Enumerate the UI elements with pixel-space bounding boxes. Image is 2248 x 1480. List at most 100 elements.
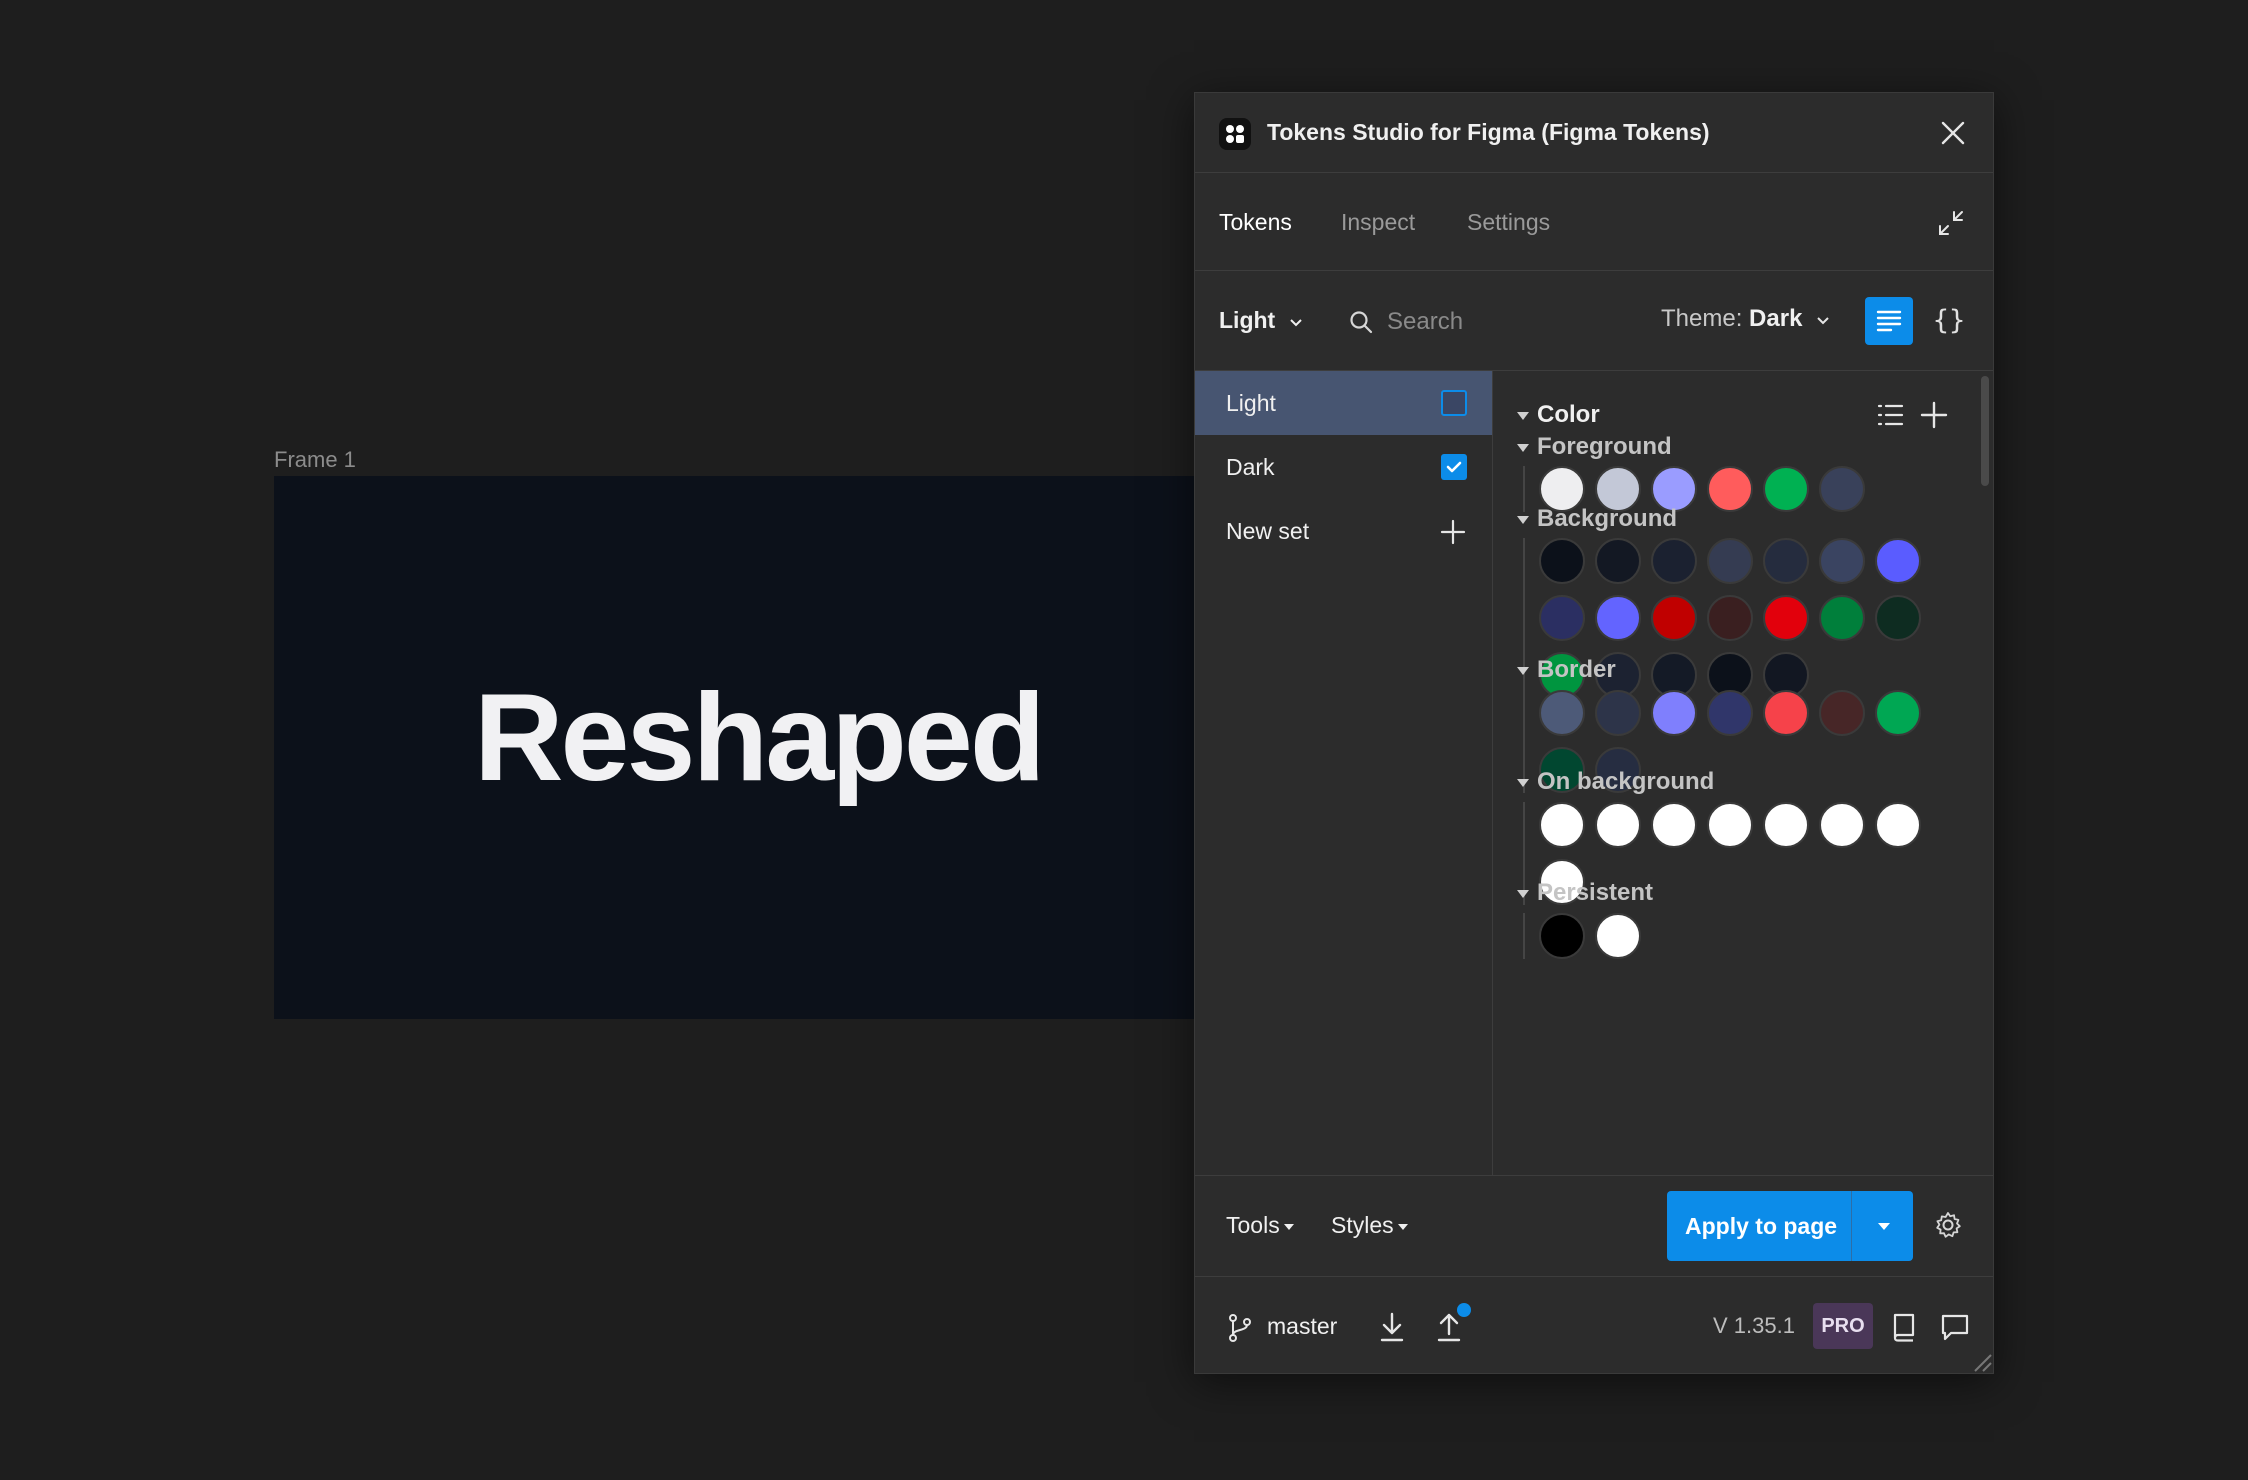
- token-group-header[interactable]: Background: [1517, 505, 1677, 533]
- apply-options-caret-icon[interactable]: [1878, 1223, 1890, 1230]
- minimize-icon[interactable]: [1933, 205, 1969, 241]
- token-group-header[interactable]: Persistent: [1517, 879, 1653, 907]
- collapse-triangle-icon: [1517, 778, 1529, 787]
- docs-book-icon[interactable]: [1889, 1311, 1919, 1343]
- styles-label: Styles: [1331, 1212, 1394, 1238]
- git-branch-icon: [1229, 1314, 1251, 1342]
- branch-selector[interactable]: master: [1267, 1313, 1337, 1340]
- color-token-swatch[interactable]: [1651, 802, 1697, 848]
- color-token-swatch[interactable]: [1539, 913, 1585, 959]
- token-group-swatches: [1523, 913, 1943, 959]
- feedback-chat-icon[interactable]: [1939, 1311, 1971, 1343]
- color-token-swatch[interactable]: [1819, 466, 1865, 512]
- chevron-down-icon: [1817, 316, 1829, 325]
- tab-bar: Tokens Inspect Settings: [1195, 173, 1993, 271]
- add-token-icon[interactable]: [1919, 400, 1949, 430]
- token-group-label: Background: [1537, 505, 1678, 532]
- color-token-swatch[interactable]: [1819, 690, 1865, 736]
- theme-selector[interactable]: Theme: Dark: [1661, 305, 1831, 333]
- tab-tokens[interactable]: Tokens: [1219, 209, 1292, 236]
- color-token-swatch[interactable]: [1875, 690, 1921, 736]
- token-group-header[interactable]: Foreground: [1517, 433, 1672, 461]
- color-token-swatch[interactable]: [1875, 595, 1921, 641]
- apply-button[interactable]: Apply to page: [1667, 1191, 1913, 1261]
- color-token-swatch[interactable]: [1875, 802, 1921, 848]
- plugin-title: Tokens Studio for Figma (Figma Tokens): [1267, 119, 1710, 145]
- set-item-label: Dark: [1226, 454, 1275, 480]
- token-toolbar: Light Theme: Dark {}: [1195, 271, 1993, 371]
- color-token-swatch[interactable]: [1707, 538, 1753, 584]
- canvas-frame[interactable]: Reshaped: [274, 476, 1194, 1019]
- json-view-icon[interactable]: {}: [1925, 297, 1973, 345]
- token-group-label: Border: [1537, 656, 1616, 683]
- collapse-triangle-icon: [1517, 411, 1529, 420]
- token-group-header[interactable]: Border: [1517, 656, 1616, 684]
- gear-icon[interactable]: [1933, 1210, 1963, 1240]
- section-color[interactable]: Color: [1517, 401, 1600, 429]
- plus-icon[interactable]: [1439, 518, 1467, 546]
- color-token-swatch[interactable]: [1763, 595, 1809, 641]
- set-item-light[interactable]: Light: [1195, 371, 1492, 435]
- set-selector[interactable]: Light: [1219, 307, 1304, 334]
- tab-settings[interactable]: Settings: [1467, 209, 1550, 236]
- apply-button-label: Apply to page: [1685, 1213, 1838, 1239]
- list-view-icon: [1876, 310, 1902, 332]
- color-token-swatch[interactable]: [1819, 595, 1865, 641]
- color-token-swatch[interactable]: [1595, 538, 1641, 584]
- push-upload-icon[interactable]: [1435, 1311, 1463, 1343]
- plugin-window: Tokens Studio for Figma (Figma Tokens) T…: [1194, 92, 1994, 1374]
- tools-label: Tools: [1226, 1212, 1280, 1238]
- collapse-triangle-icon: [1517, 443, 1529, 452]
- set-checkbox-dark[interactable]: [1441, 454, 1467, 480]
- color-token-swatch[interactable]: [1875, 538, 1921, 584]
- new-set-label: New set: [1226, 518, 1310, 544]
- resize-handle-icon[interactable]: [1967, 1347, 1993, 1373]
- color-token-swatch[interactable]: [1595, 595, 1641, 641]
- scrollbar[interactable]: [1981, 376, 1989, 486]
- section-title: Color: [1537, 401, 1600, 428]
- color-token-swatch[interactable]: [1539, 690, 1585, 736]
- color-token-swatch[interactable]: [1539, 538, 1585, 584]
- color-token-swatch[interactable]: [1595, 913, 1641, 959]
- color-token-swatch[interactable]: [1763, 802, 1809, 848]
- token-group-header[interactable]: On background: [1517, 768, 1714, 796]
- color-token-swatch[interactable]: [1819, 802, 1865, 848]
- frame-text: Reshaped: [474, 669, 1046, 807]
- color-token-swatch[interactable]: [1707, 595, 1753, 641]
- pull-download-icon[interactable]: [1378, 1311, 1406, 1343]
- color-token-swatch[interactable]: [1539, 802, 1585, 848]
- color-token-swatch[interactable]: [1819, 538, 1865, 584]
- set-item-label: Light: [1226, 390, 1276, 416]
- list-view-button[interactable]: [1865, 297, 1913, 345]
- set-item-dark[interactable]: Dark: [1195, 435, 1492, 499]
- tools-menu[interactable]: Tools: [1226, 1212, 1294, 1239]
- tokens-panel: Color Foreground Background Border On backg…: [1493, 371, 1995, 1175]
- theme-value: Dark: [1749, 305, 1803, 332]
- apply-divider: [1851, 1191, 1852, 1261]
- color-token-swatch[interactable]: [1763, 538, 1809, 584]
- close-icon[interactable]: [1937, 117, 1969, 149]
- new-set-row[interactable]: New set: [1195, 499, 1492, 563]
- list-icon[interactable]: [1875, 400, 1905, 430]
- styles-menu[interactable]: Styles: [1331, 1212, 1408, 1239]
- color-token-swatch[interactable]: [1595, 690, 1641, 736]
- pro-badge[interactable]: PRO: [1813, 1303, 1873, 1349]
- caret-down-icon: [1397, 1223, 1408, 1230]
- theme-label: Theme:: [1661, 305, 1743, 332]
- set-checkbox-light[interactable]: [1441, 390, 1467, 416]
- color-token-swatch[interactable]: [1707, 466, 1753, 512]
- version-label: V 1.35.1: [1713, 1313, 1795, 1338]
- color-token-swatch[interactable]: [1651, 538, 1697, 584]
- color-token-swatch[interactable]: [1595, 802, 1641, 848]
- color-token-swatch[interactable]: [1707, 690, 1753, 736]
- action-bar: Tools Styles Apply to page: [1195, 1175, 1993, 1277]
- tab-inspect[interactable]: Inspect: [1341, 209, 1415, 236]
- color-token-swatch[interactable]: [1763, 690, 1809, 736]
- color-token-swatch[interactable]: [1651, 595, 1697, 641]
- token-group-label: Foreground: [1537, 433, 1672, 460]
- color-token-swatch[interactable]: [1707, 802, 1753, 848]
- search-input[interactable]: [1385, 301, 1609, 343]
- color-token-swatch[interactable]: [1651, 690, 1697, 736]
- color-token-swatch[interactable]: [1539, 595, 1585, 641]
- color-token-swatch[interactable]: [1763, 466, 1809, 512]
